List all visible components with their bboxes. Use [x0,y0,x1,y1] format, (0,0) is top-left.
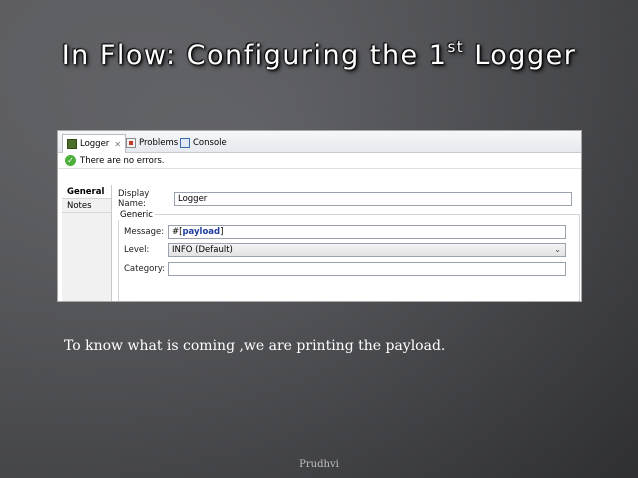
tab-logger-label: Logger [80,139,110,149]
expression-close-bracket: ] [220,227,224,237]
slide-title: In Flow: Configuring the 1st Logger [61,38,577,71]
generic-group-label: Generic [118,210,155,220]
tab-problems-label: Problems [139,138,179,148]
chevron-down-icon: ⌄ [554,245,561,254]
level-row: Level: INFO (Default) ⌄ [124,243,566,257]
message-label: Message: [124,227,165,237]
display-name-label: Display Name: [118,189,150,209]
expression-keyword: payload [182,227,221,237]
logger-icon [67,139,77,149]
slide-footer-author: Prudhvi [299,459,339,470]
level-selected-value: INFO (Default) [172,245,233,255]
category-input[interactable] [168,262,566,276]
level-label: Level: [124,245,150,255]
close-icon[interactable]: ✕ [114,140,121,149]
side-tab-list: General Notes [62,185,112,301]
validation-status: ✓ There are no errors. [58,153,581,169]
category-row: Category: [124,262,566,276]
category-label: Category: [124,264,166,274]
message-input[interactable]: #[payload] [168,225,566,239]
tab-problems[interactable]: Problems [122,135,182,151]
side-tab-general[interactable]: General [62,185,111,199]
problems-icon [126,138,136,148]
logger-properties-screenshot: Logger ✕ Problems Console ✓ There are no… [57,130,582,302]
message-row: Message: #[payload] [124,225,566,239]
tab-console[interactable]: Console [176,135,231,151]
display-name-row: Display Name: Logger [118,189,572,209]
display-name-input[interactable]: Logger [174,192,572,206]
editor-tab-bar: Logger ✕ Problems Console [58,131,581,153]
status-text: There are no errors. [80,155,165,166]
level-select[interactable]: INFO (Default) ⌄ [168,243,566,257]
properties-content: Display Name: Logger Generic Message: #[… [114,185,580,301]
check-circle-icon: ✓ [65,155,76,166]
tab-logger[interactable]: Logger ✕ [62,134,127,153]
console-icon [180,138,190,148]
slide-caption: To know what is coming ,we are printing … [64,338,446,354]
side-tab-notes[interactable]: Notes [62,199,111,213]
tab-console-label: Console [193,138,227,148]
